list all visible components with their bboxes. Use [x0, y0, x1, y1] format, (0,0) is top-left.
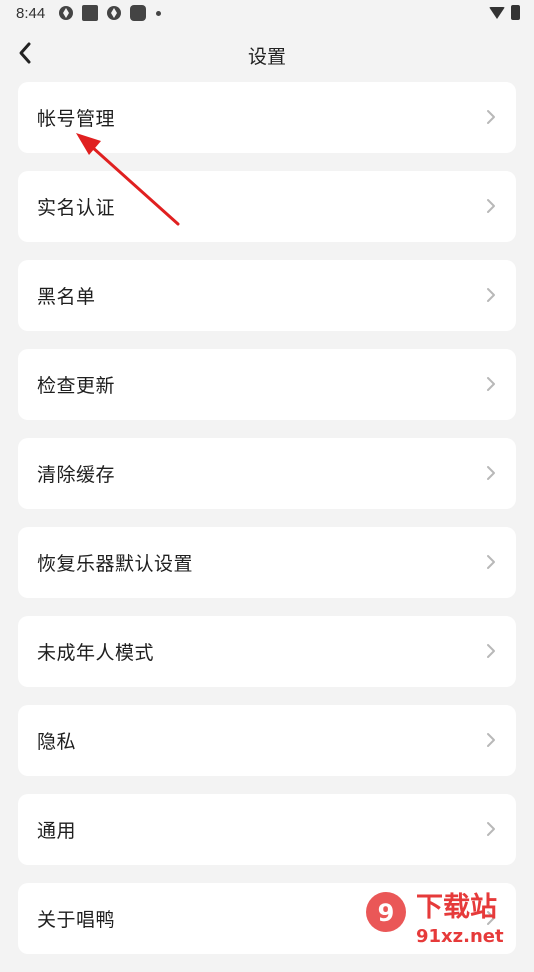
chevron-right-icon: [487, 199, 495, 213]
settings-item-clear-cache[interactable]: 清除缓存: [18, 438, 516, 509]
settings-item-label: 未成年人模式: [37, 642, 155, 664]
watermark-logo-icon: 9: [366, 892, 406, 932]
svg-text:9: 9: [378, 899, 395, 927]
aperture-icon: [59, 6, 73, 20]
watermark-domain: 91xz.net: [416, 926, 504, 947]
chevron-right-icon: [487, 644, 495, 658]
chevron-right-icon: [487, 110, 495, 124]
settings-item-blacklist[interactable]: 黑名单: [18, 260, 516, 331]
notification-icons: [58, 5, 161, 21]
chevron-right-icon: [487, 377, 495, 391]
settings-item-reset-instruments[interactable]: 恢复乐器默认设置: [18, 527, 516, 598]
settings-item-label: 恢复乐器默认设置: [37, 553, 194, 575]
settings-item-label: 黑名单: [37, 286, 96, 308]
settings-item-label: 通用: [37, 820, 77, 842]
status-bar: 8:44: [0, 0, 534, 28]
more-notifications-dot-icon: [156, 10, 161, 16]
settings-item-verification[interactable]: 实名认证: [18, 171, 516, 242]
chevron-right-icon: [487, 555, 495, 569]
app-square-icon: [82, 5, 98, 21]
watermark-brand: 下载站: [416, 892, 497, 923]
chevron-right-icon: [487, 288, 495, 302]
chevron-right-icon: [487, 733, 495, 747]
chevron-right-icon: [487, 822, 495, 836]
nav-bar: 设置: [0, 28, 534, 80]
settings-item-label: 关于唱鸭: [37, 909, 116, 931]
page-title: 设置: [247, 46, 286, 68]
settings-item-general[interactable]: 通用: [18, 794, 516, 865]
battery-icon: [511, 5, 520, 20]
system-icons: [489, 5, 520, 20]
aperture-icon: [107, 6, 121, 20]
settings-list: 帐号管理 实名认证 黑名单 检查更新 清除缓存 恢复乐器默认设置 未成年人模式 …: [18, 82, 516, 972]
settings-item-label: 帐号管理: [37, 108, 116, 130]
settings-item-label: 检查更新: [37, 375, 116, 397]
settings-item-minor-mode[interactable]: 未成年人模式: [18, 616, 516, 687]
chevron-right-icon: [487, 466, 495, 480]
wifi-icon: [489, 6, 505, 19]
site-watermark: 9 下载站 91xz.net: [366, 892, 504, 947]
settings-item-label: 清除缓存: [37, 464, 116, 486]
settings-item-privacy[interactable]: 隐私: [18, 705, 516, 776]
settings-item-check-update[interactable]: 检查更新: [18, 349, 516, 420]
settings-item-label: 实名认证: [37, 197, 116, 219]
settings-item-account[interactable]: 帐号管理: [18, 82, 516, 153]
status-time: 8:44: [16, 5, 46, 22]
app-rounded-icon: [130, 5, 146, 21]
settings-item-label: 隐私: [37, 731, 77, 753]
